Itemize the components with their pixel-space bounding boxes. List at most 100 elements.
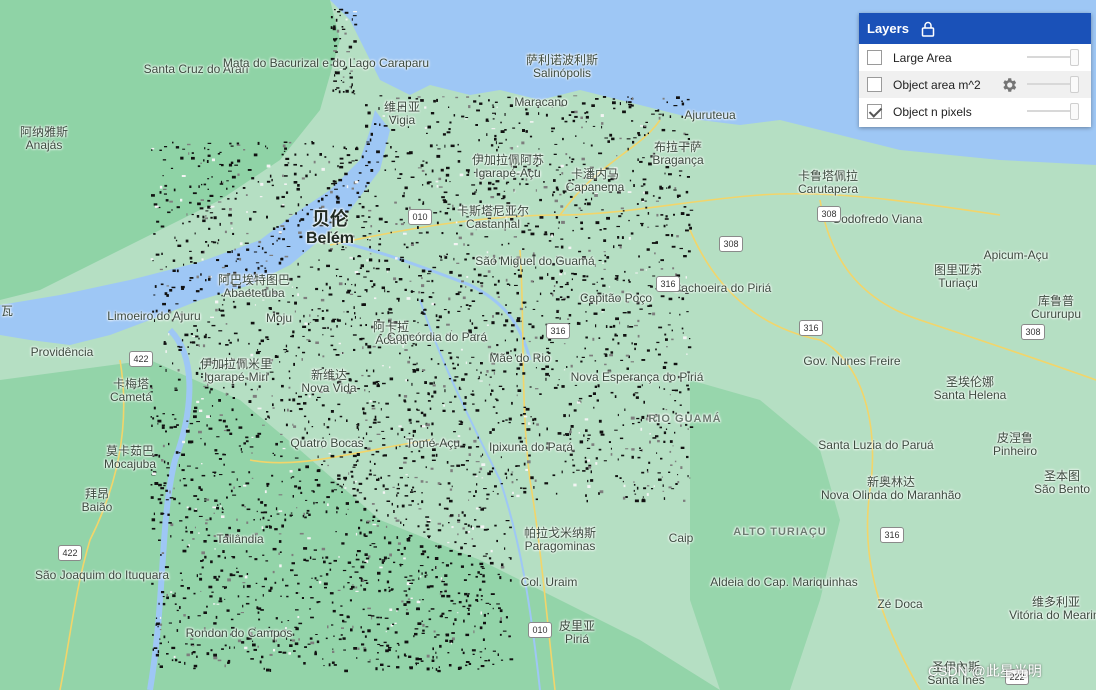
detected-pixel [353, 40, 357, 43]
detected-pixel [211, 591, 214, 593]
detected-pixel [489, 470, 493, 473]
layer-row-object-area[interactable]: Object area m^2 [859, 71, 1091, 98]
detected-pixel [356, 215, 360, 218]
detected-pixel [403, 395, 408, 398]
detected-pixel [640, 222, 644, 225]
opacity-slider-handle[interactable] [1070, 49, 1079, 66]
lock-icon[interactable] [921, 21, 935, 37]
detected-pixel [448, 106, 450, 108]
detected-pixel [266, 411, 269, 413]
detected-pixel [419, 545, 424, 548]
layer-row-large-area[interactable]: Large Area [859, 44, 1091, 71]
detected-pixel [328, 417, 331, 421]
opacity-slider-handle[interactable] [1070, 103, 1079, 120]
detected-pixel [669, 450, 672, 453]
detected-pixel [562, 137, 564, 141]
detected-pixel [417, 298, 419, 301]
detected-pixel [220, 569, 224, 572]
layer-checkbox-checked[interactable] [867, 104, 882, 119]
detected-pixel [573, 483, 577, 487]
detected-pixel [333, 25, 336, 28]
detected-pixel [326, 187, 331, 190]
detected-pixel [266, 215, 268, 219]
detected-pixel [205, 241, 208, 243]
detected-pixel [359, 324, 362, 327]
detected-pixel [641, 471, 645, 474]
detected-pixel [367, 239, 369, 241]
detected-pixel [243, 484, 247, 487]
detected-pixel [257, 432, 262, 435]
detected-pixel [477, 436, 479, 439]
detected-pixel [587, 485, 591, 488]
detected-pixel [484, 647, 486, 650]
detected-pixel [384, 289, 386, 293]
gear-icon[interactable] [1000, 76, 1018, 94]
detected-pixel [617, 342, 620, 345]
detected-pixel [424, 324, 428, 326]
detected-pixel [168, 442, 170, 446]
detected-pixel [642, 496, 644, 498]
detected-pixel [603, 251, 606, 253]
detected-pixel [415, 241, 419, 244]
detected-pixel [685, 276, 687, 279]
detected-pixel [491, 428, 495, 431]
layer-checkbox[interactable] [867, 50, 882, 65]
detected-pixel [554, 211, 556, 213]
detected-pixel [246, 248, 250, 251]
detected-pixel [368, 233, 372, 235]
detected-pixel [178, 661, 181, 663]
detected-pixel [619, 245, 622, 249]
detected-pixel [246, 521, 249, 524]
detected-pixel [594, 263, 596, 267]
detected-pixel [364, 635, 367, 638]
detected-pixel [486, 133, 488, 136]
detected-pixel [336, 29, 340, 33]
detected-pixel [555, 281, 558, 284]
detected-pixel [157, 498, 162, 501]
detected-pixel [568, 314, 572, 317]
detected-pixel [467, 555, 471, 557]
detected-pixel [435, 453, 438, 457]
place-label: Maracano [514, 96, 567, 109]
detected-pixel [446, 323, 450, 326]
layers-panel-header[interactable]: Layers [859, 13, 1091, 44]
detected-pixel [426, 528, 430, 531]
detected-pixel [378, 243, 382, 246]
detected-pixel [396, 492, 400, 494]
detected-pixel [421, 284, 425, 288]
detected-pixel [646, 493, 649, 496]
detected-pixel [438, 315, 442, 319]
detected-pixel [291, 334, 294, 338]
detected-pixel [256, 388, 258, 391]
detected-pixel [207, 178, 210, 180]
detected-pixel [304, 427, 306, 431]
detected-pixel [271, 178, 273, 182]
detected-pixel [305, 499, 308, 501]
detected-pixel [181, 453, 185, 456]
detected-pixel [597, 384, 600, 388]
detected-pixel [229, 432, 233, 435]
detected-pixel [594, 360, 597, 362]
detected-pixel [364, 553, 368, 556]
detected-pixel [496, 539, 498, 543]
detected-pixel [499, 609, 503, 613]
detected-pixel [370, 169, 374, 172]
detected-pixel [651, 242, 656, 244]
detected-pixel [534, 336, 538, 339]
detected-pixel [681, 115, 683, 118]
layer-checkbox[interactable] [867, 77, 882, 92]
detected-pixel [560, 164, 564, 168]
detected-pixel [471, 184, 476, 186]
detected-pixel [385, 525, 388, 528]
detected-pixel [458, 601, 462, 604]
detected-pixel [360, 264, 364, 268]
detected-pixel [287, 162, 290, 164]
detected-pixel [462, 605, 466, 608]
detected-pixel [154, 205, 159, 208]
layer-row-object-n-pixels[interactable]: Object n pixels [859, 98, 1091, 125]
detected-pixel [581, 356, 585, 358]
opacity-slider-handle[interactable] [1070, 76, 1079, 93]
detected-pixel [436, 121, 440, 123]
detected-pixel [363, 561, 367, 564]
detected-pixel [384, 154, 388, 157]
